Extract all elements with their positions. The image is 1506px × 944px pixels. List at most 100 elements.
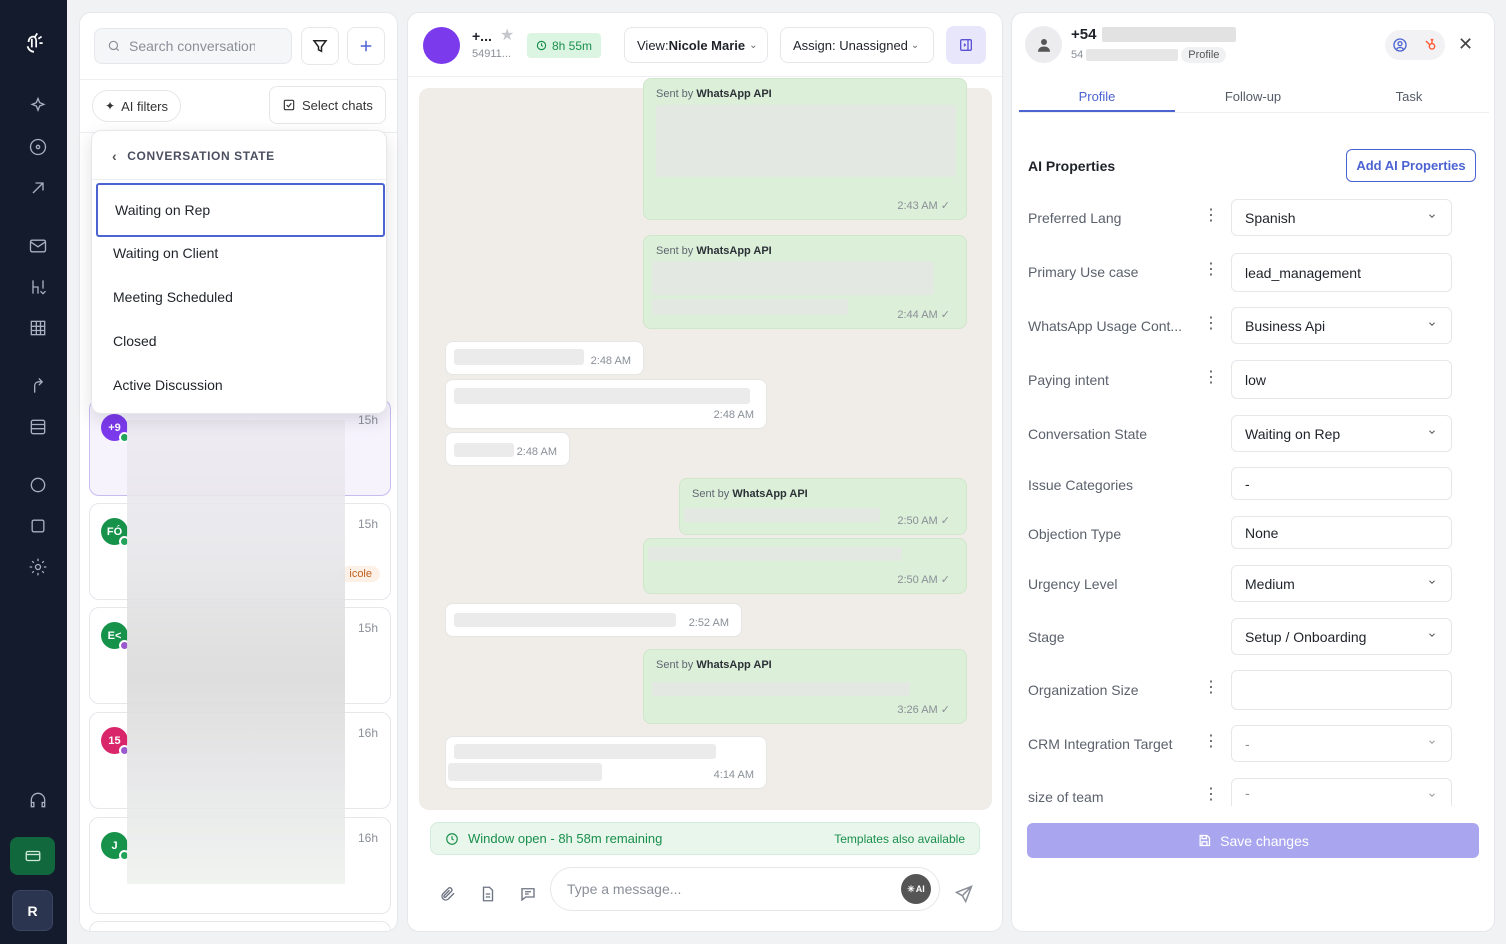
message-time: 2:43 AM ✓ [897,200,950,212]
table-icon[interactable] [24,413,52,441]
timer-text: 8h 55m [552,38,593,53]
app-logo-icon[interactable] [18,26,50,58]
stage-select[interactable]: Setup / Onboarding [1231,618,1452,655]
arrow-up-right-icon[interactable] [24,174,52,202]
state-option-waiting-on-client[interactable]: Waiting on Client [96,231,385,275]
billing-card-button[interactable] [10,837,55,875]
conversation-card[interactable] [89,921,391,931]
issue-categories-input[interactable]: - [1231,467,1452,500]
templates-note[interactable]: Templates also available [834,832,965,846]
clock-icon [536,40,547,51]
more-vertical-icon[interactable]: ⋮ [1203,370,1219,386]
filter-icon [312,40,328,53]
message-bubble[interactable]: Sent by WhatsApp API 2:43 AM ✓ [643,78,967,220]
hubspot-icon[interactable] [1422,37,1438,53]
card-time: 15h [357,413,378,427]
whatsapp-usage-select[interactable]: Business Api [1231,307,1452,344]
settings-gear-icon[interactable] [24,553,52,581]
conversation-state-select[interactable]: Waiting on Rep [1231,415,1452,452]
more-vertical-icon[interactable]: ⋮ [1203,787,1219,803]
ai-filters-button[interactable]: ✦ AI filters [92,90,182,122]
user-circle-icon[interactable] [1392,37,1408,53]
clock-icon [446,832,458,845]
more-vertical-icon[interactable]: ⋮ [1203,680,1219,696]
message-sender: Sent by WhatsApp API [656,245,772,257]
team-size-select[interactable]: - [1231,778,1452,806]
organization-size-input[interactable] [1231,670,1452,710]
more-vertical-icon[interactable]: ⋮ [1203,316,1219,332]
contact-name[interactable]: +... [472,28,492,44]
headset-icon[interactable] [24,786,52,814]
message-time: 2:44 AM ✓ [897,309,950,321]
message-bubble[interactable]: Sent by WhatsApp API 2:50 AM ✓ [679,478,967,535]
objection-type-input[interactable]: None [1231,516,1452,549]
property-label: Objection Type [1028,526,1122,542]
template-message-icon[interactable] [519,885,537,903]
select-chats-button[interactable]: Select chats [269,86,386,124]
message-bubble[interactable]: 2:50 AM ✓ [643,538,967,594]
state-option-waiting-on-rep[interactable]: Waiting on Rep [96,183,385,237]
star-icon[interactable]: ★ [500,25,514,45]
chevron-down-icon [1429,580,1435,584]
message-bubble[interactable]: 2:52 AM [445,603,742,637]
route-icon[interactable] [24,372,52,400]
chevron-down-icon [1429,633,1435,637]
user-avatar[interactable]: R [12,890,53,931]
ai-assist-button[interactable]: ✳ AI [901,874,931,904]
sparkle-icon[interactable] [24,92,52,120]
new-conversation-button[interactable] [347,27,385,65]
preferred-lang-select[interactable]: Spanish [1231,199,1452,236]
crm-integration-select[interactable]: - [1231,725,1452,762]
conversation-state-dropdown: ‹ CONVERSATION STATE Waiting on Rep Wait… [91,130,388,414]
divider [92,179,388,180]
save-changes-button[interactable]: Save changes [1027,823,1479,858]
card-time: 15h [357,517,378,531]
assignee-tag: icole [341,566,380,582]
dropdown-header[interactable]: ‹ CONVERSATION STATE [112,148,275,164]
search-input[interactable]: Search conversations [94,28,292,64]
grid-icon[interactable] [24,314,52,342]
state-option-active-discussion[interactable]: Active Discussion [96,363,385,407]
mail-icon[interactable] [24,232,52,260]
state-option-closed[interactable]: Closed [96,319,385,363]
tab-profile[interactable]: Profile [1019,89,1175,104]
chevron-down-icon [1429,740,1435,744]
contact-details-panel: +54 54 Profile ✕ Profile Follow-up Task … [1011,12,1495,932]
contact-phone: 54911... [472,48,511,60]
more-vertical-icon[interactable]: ⋮ [1203,734,1219,750]
document-icon[interactable] [479,885,497,903]
circle-icon[interactable] [24,471,52,499]
toggle-sidebar-button[interactable] [946,26,986,64]
view-select[interactable]: View: Nicole Marie ⌄ [624,27,768,63]
urgency-level-select[interactable]: Medium [1231,565,1452,602]
workflow-icon[interactable] [24,273,52,301]
message-time: 2:50 AM ✓ [897,515,950,527]
paying-intent-input[interactable]: low [1231,360,1452,399]
contact-avatar[interactable] [423,27,460,64]
square-icon[interactable] [24,512,52,540]
tab-task[interactable]: Task [1331,89,1487,104]
primary-use-case-input[interactable]: lead_management [1231,253,1452,292]
state-option-meeting-scheduled[interactable]: Meeting Scheduled [96,275,385,319]
message-bubble[interactable]: 2:48 AM [445,341,644,375]
send-icon[interactable] [954,884,974,904]
add-ai-properties-button[interactable]: Add AI Properties [1346,149,1476,182]
filter-button[interactable] [301,27,339,65]
chevron-left-icon[interactable]: ‹ [112,148,117,164]
compass-icon[interactable] [24,133,52,161]
message-bubble[interactable]: 2:48 AM [445,432,570,466]
attachment-icon[interactable] [439,885,457,903]
message-bubble[interactable]: Sent by WhatsApp API 2:44 AM ✓ [643,235,967,329]
message-bubble[interactable]: 2:48 AM [445,379,767,429]
more-vertical-icon[interactable]: ⋮ [1203,208,1219,224]
assign-select[interactable]: Assign: Unassigned ⌄ [780,27,934,63]
message-bubble[interactable]: Sent by WhatsApp API 3:26 AM ✓ [643,649,967,724]
chevron-down-icon [1429,430,1435,434]
more-vertical-icon[interactable]: ⋮ [1203,262,1219,278]
tab-follow-up[interactable]: Follow-up [1175,89,1331,104]
message-bubble[interactable]: 4:14 AM [445,736,767,789]
message-input[interactable]: Type a message... [550,867,940,911]
card-time: 16h [357,831,378,845]
close-icon[interactable]: ✕ [1458,35,1473,53]
message-sender: Sent by WhatsApp API [692,488,808,500]
